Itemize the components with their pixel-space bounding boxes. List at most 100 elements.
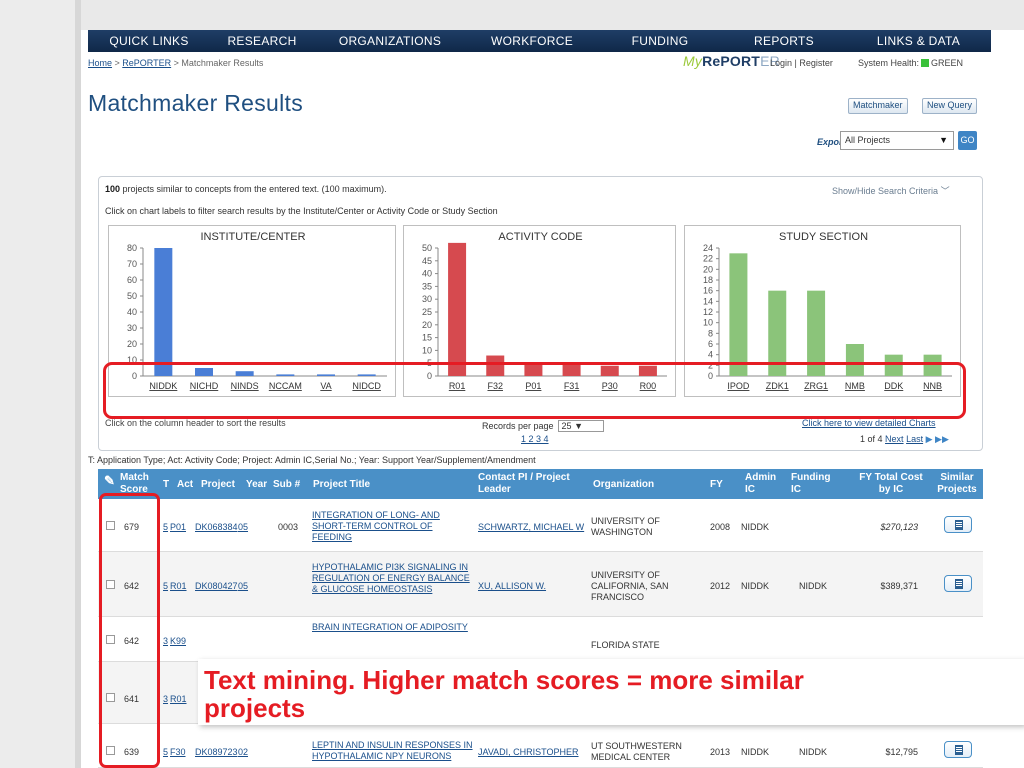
nav-reports[interactable]: REPORTS xyxy=(722,34,846,48)
project-title-link[interactable]: LEPTIN AND INSULIN RESPONSES IN HYPOTHAL… xyxy=(312,740,487,762)
col-activity[interactable]: Act xyxy=(177,479,193,491)
fy-total-cost: $389,371 xyxy=(880,581,918,591)
y-tick-label: 50 xyxy=(127,291,137,301)
table-row: 642 3 K99 BRAIN INTEGRATION OF ADIPOSITY… xyxy=(98,617,983,662)
breadcrumb-home[interactable]: Home xyxy=(88,58,112,68)
col-fy[interactable]: FY xyxy=(710,479,723,491)
app-type-link[interactable]: 5 xyxy=(163,747,168,757)
reporter-logo[interactable]: MyRePORTER xyxy=(683,53,780,69)
export-select[interactable]: All Projects ▼ xyxy=(840,131,954,150)
app-type-link[interactable]: 5 xyxy=(163,581,168,591)
table-row: 679 5 P01 DK068384 05 0003 INTEGRATION O… xyxy=(98,499,983,552)
similar-projects-button[interactable] xyxy=(944,575,972,592)
col-similar-projects[interactable]: Similar Projects xyxy=(934,472,980,496)
year-link[interactable]: 05 xyxy=(238,522,248,532)
nav-links-data[interactable]: LINKS & DATA xyxy=(846,34,991,48)
chart-filter-hint: Click on chart labels to filter search r… xyxy=(105,206,498,216)
activity-link[interactable]: F30 xyxy=(170,747,186,757)
breadcrumb-current: Matchmaker Results xyxy=(181,58,264,68)
select-all-icon[interactable]: ✎ xyxy=(104,474,115,487)
contact-pi-link[interactable]: JAVADI, CHRISTOPHER xyxy=(478,747,579,757)
new-query-button[interactable]: New Query xyxy=(922,98,978,114)
col-organization[interactable]: Organization xyxy=(593,479,654,491)
project-title-link[interactable]: HYPOTHALAMIC PI3K SIGNALING IN REGULATIO… xyxy=(312,562,472,595)
last-arrow-icon[interactable]: ▶▶ xyxy=(935,434,949,444)
app-type-link[interactable]: 5 xyxy=(163,522,168,532)
col-type[interactable]: T xyxy=(163,479,169,491)
activity-link[interactable]: R01 xyxy=(170,581,187,591)
next-page-link[interactable]: Next xyxy=(885,434,904,444)
col-funding-ic[interactable]: Funding IC xyxy=(791,472,831,496)
col-year[interactable]: Year xyxy=(246,479,267,491)
login-register-links[interactable]: Login | Register xyxy=(770,58,833,68)
similar-projects-button[interactable] xyxy=(944,516,972,533)
export-go-button[interactable]: GO xyxy=(958,131,977,150)
admin-ic: NIDDK xyxy=(741,522,770,532)
document-icon xyxy=(955,745,963,755)
fiscal-year: 2008 xyxy=(710,522,731,532)
contact-pi-link[interactable]: XU, ALLISON W. xyxy=(478,581,546,591)
results-count: 100 xyxy=(105,184,121,194)
col-admin-ic[interactable]: Admin IC xyxy=(745,472,776,496)
table-row: 639 5 F30 DK089723 02 LEPTIN AND INSULIN… xyxy=(98,724,983,768)
col-fy-total-cost[interactable]: FY Total Cost by IC xyxy=(859,472,923,496)
activity-link[interactable]: K99 xyxy=(170,636,186,646)
show-hide-criteria[interactable]: Show/Hide Search Criteria ﹀ xyxy=(832,184,950,197)
page-links[interactable]: 1 2 3 4 xyxy=(521,434,549,444)
nav-organizations[interactable]: ORGANIZATIONS xyxy=(314,34,466,48)
chart-title: INSTITUTE/CENTER xyxy=(200,231,305,243)
y-tick-label: 30 xyxy=(127,323,137,333)
system-health: System Health: GREEN xyxy=(858,58,963,68)
fiscal-year: 2012 xyxy=(710,581,731,591)
detailed-charts-link[interactable]: Click here to view detailed Charts xyxy=(802,418,936,428)
document-icon xyxy=(955,520,963,530)
col-project-title[interactable]: Project Title xyxy=(313,479,370,491)
contact-pi-link[interactable]: SCHWARTZ, MICHAEL W xyxy=(478,522,584,532)
col-sub[interactable]: Sub # xyxy=(273,479,300,491)
system-health-status: GREEN xyxy=(931,58,964,68)
y-tick-label: 60 xyxy=(127,275,137,285)
y-tick-label: 40 xyxy=(127,307,137,317)
organization: UT SOUTHWESTERN MEDICAL CENTER xyxy=(591,741,682,762)
app-type-link[interactable]: 3 xyxy=(163,636,168,646)
col-project[interactable]: Project xyxy=(201,479,235,491)
project-title-link[interactable]: INTEGRATION OF LONG- AND SHORT-TERM CONT… xyxy=(312,510,472,543)
y-tick-label: 24 xyxy=(703,243,713,253)
sub-number: 0003 xyxy=(278,522,299,532)
dropdown-arrow-icon: ▼ xyxy=(574,421,583,431)
results-table-header: ✎ Match Score T Act Project Year Sub # P… xyxy=(98,469,983,499)
organization: UNIVERSITY OF WASHINGTON xyxy=(591,516,660,537)
breadcrumb-sep: > xyxy=(171,58,182,68)
y-tick-label: 50 xyxy=(422,243,432,253)
y-tick-label: 10 xyxy=(703,318,713,328)
year-link[interactable]: 05 xyxy=(238,581,248,591)
matchmaker-button[interactable]: Matchmaker xyxy=(848,98,908,114)
last-page-link[interactable]: Last xyxy=(906,434,923,444)
project-link[interactable]: DK068384 xyxy=(195,522,238,532)
similar-projects-button[interactable] xyxy=(944,741,972,758)
project-link[interactable]: DK080427 xyxy=(195,581,238,591)
nav-workforce[interactable]: WORKFORCE xyxy=(466,34,598,48)
col-contact-pi[interactable]: Contact PI / Project Leader xyxy=(478,472,573,496)
nav-funding[interactable]: FUNDING xyxy=(598,34,722,48)
nav-research[interactable]: RESEARCH xyxy=(210,34,314,48)
project-title-link[interactable]: BRAIN INTEGRATION OF ADIPOSITY xyxy=(312,622,482,633)
next-arrow-icon[interactable]: ▶ xyxy=(926,434,933,444)
records-select[interactable]: 25 ▼ xyxy=(557,420,604,432)
breadcrumb-reporter[interactable]: RePORTER xyxy=(122,58,171,68)
activity-link[interactable]: R01 xyxy=(170,694,187,704)
chart-title: STUDY SECTION xyxy=(779,231,868,243)
logo-my: My xyxy=(683,53,703,69)
y-tick-label: 25 xyxy=(422,307,432,317)
bar xyxy=(729,253,748,376)
activity-link[interactable]: P01 xyxy=(170,522,186,532)
year-link[interactable]: 02 xyxy=(238,747,248,757)
left-gutter xyxy=(0,0,81,768)
project-link[interactable]: DK089723 xyxy=(195,747,238,757)
results-summary-text: projects similar to concepts from the en… xyxy=(120,184,387,194)
y-tick-label: 15 xyxy=(422,333,432,343)
bar xyxy=(448,242,467,376)
nav-quick-links[interactable]: QUICK LINKS xyxy=(88,34,210,48)
fy-total-cost: $270,123 xyxy=(880,522,918,532)
app-type-link[interactable]: 3 xyxy=(163,694,168,704)
